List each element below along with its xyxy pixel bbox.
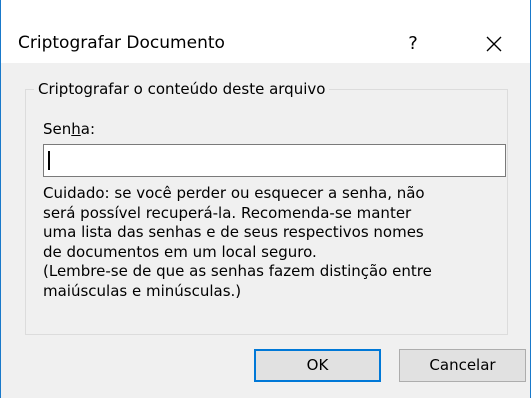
password-label-prefix: Sen bbox=[43, 120, 72, 138]
password-warning: Cuidado: se você perder ou esquecer a se… bbox=[43, 184, 503, 301]
dialog-body: Criptografar o conteúdo deste arquivo Se… bbox=[1, 63, 530, 398]
text-caret bbox=[48, 151, 50, 170]
password-label: Senha: bbox=[43, 119, 95, 139]
warning-line: uma lista das senhas e de seus respectiv… bbox=[43, 223, 424, 241]
close-icon bbox=[486, 36, 502, 52]
password-label-access-key: h bbox=[71, 120, 81, 138]
help-button[interactable]: ? bbox=[393, 25, 433, 63]
warning-line: Cuidado: se você perder ou esquecer a se… bbox=[43, 184, 425, 202]
groupbox-legend: Criptografar o conteúdo deste arquivo bbox=[34, 79, 330, 99]
ok-button[interactable]: OK bbox=[254, 349, 381, 382]
password-label-suffix: a: bbox=[80, 120, 96, 138]
title-bar: Criptografar Documento ? bbox=[1, 5, 530, 63]
cancel-button[interactable]: Cancelar bbox=[399, 349, 526, 382]
warning-line: (Lembre-se de que as senhas fazem distin… bbox=[43, 262, 432, 280]
password-input[interactable] bbox=[43, 144, 506, 177]
warning-line: maiúsculas e minúsculas.) bbox=[43, 281, 242, 300]
close-button[interactable] bbox=[471, 25, 517, 63]
dialog-title: Criptografar Documento bbox=[18, 33, 225, 53]
warning-line: de documentos em um local seguro. bbox=[43, 242, 317, 261]
encrypt-document-dialog: Criptografar Documento ? Criptografar o … bbox=[0, 0, 531, 398]
warning-line: será possível recuperá-la. Recomenda-se … bbox=[43, 203, 412, 222]
